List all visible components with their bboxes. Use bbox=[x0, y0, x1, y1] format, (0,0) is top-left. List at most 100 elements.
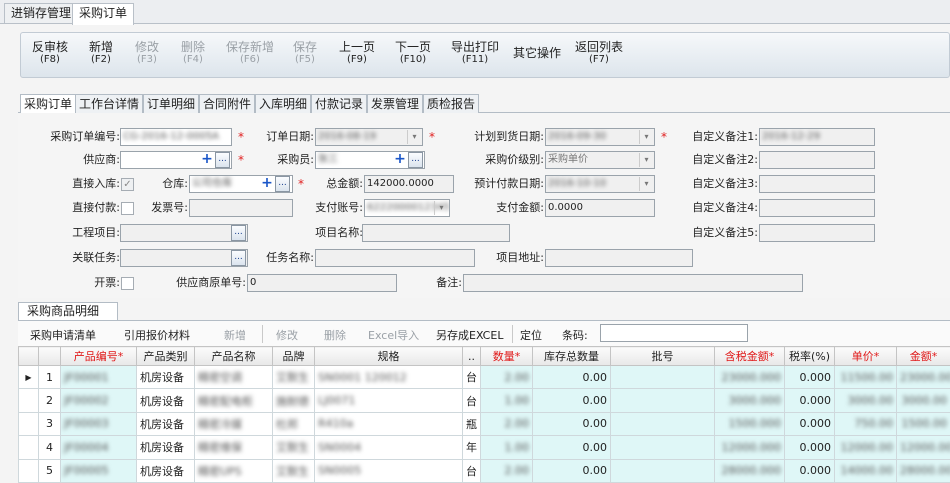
table-row[interactable]: 2 JF00002 机房设备 精密配电柜 施耐德 LJ0071 台 1.00 0.00 3000.… bbox=[18, 388, 950, 413]
cell-name[interactable]: 精密维保 bbox=[194, 435, 273, 460]
cell-unit[interactable]: 台 bbox=[462, 364, 481, 390]
header-product-code[interactable]: 产品编号* bbox=[60, 346, 137, 366]
custom4-field[interactable] bbox=[759, 199, 875, 217]
header-stock[interactable]: 库存总数量 bbox=[532, 346, 611, 366]
project-field[interactable] bbox=[120, 224, 248, 242]
cell-batch[interactable] bbox=[610, 411, 715, 437]
tab-order-detail[interactable]: 订单明细 bbox=[143, 94, 200, 113]
edit-button[interactable]: 修改 (F3) bbox=[127, 41, 167, 66]
cell-code[interactable]: JF00005 bbox=[60, 458, 137, 483]
back-to-list-button[interactable]: 返回列表 (F7) bbox=[573, 41, 625, 66]
cell-amount[interactable]: 23000.00 bbox=[896, 364, 950, 390]
cell-brand[interactable]: 杜邦 bbox=[272, 411, 315, 437]
cell-batch[interactable] bbox=[610, 364, 715, 390]
cell-amount[interactable]: 28000.00 bbox=[896, 458, 950, 483]
cell-name[interactable]: 精密UPS bbox=[194, 458, 273, 483]
cell-qty[interactable]: 1.00 bbox=[480, 388, 533, 413]
header-spec[interactable]: 规格 bbox=[314, 346, 463, 366]
cell-tax-amount[interactable]: 12000.000 bbox=[714, 435, 785, 460]
table-row[interactable]: 5 JF00005 机房设备 精密UPS 艾默生 SN0005 台 2.00 0.00 28000… bbox=[18, 458, 950, 483]
cell-price[interactable]: 11500.00 bbox=[834, 364, 897, 390]
cell-code[interactable]: JF00004 bbox=[60, 435, 137, 460]
next-page-button[interactable]: 下一页 (F10) bbox=[389, 41, 437, 66]
custom2-field[interactable] bbox=[759, 151, 875, 169]
cell-qty[interactable]: 1.00 bbox=[480, 435, 533, 460]
custom1-field[interactable]: 2016-12-29 bbox=[759, 128, 875, 146]
chevron-down-icon[interactable]: ▾ bbox=[639, 153, 653, 167]
cell-brand[interactable]: 艾默生 bbox=[272, 364, 315, 390]
cell-tax-rate[interactable]: 0.000 bbox=[784, 435, 835, 460]
add-buyer-icon[interactable]: + bbox=[393, 152, 407, 168]
header-tax-amount[interactable]: 含税金额* bbox=[714, 346, 785, 366]
tab-inspection-report[interactable]: 质检报告 bbox=[423, 94, 480, 113]
cell-brand[interactable]: 艾默生 bbox=[272, 435, 315, 460]
cell-batch[interactable] bbox=[610, 458, 715, 483]
tab-contract-attachment[interactable]: 合同附件 bbox=[199, 94, 256, 113]
pay-amount-field[interactable]: 0.0000 bbox=[545, 199, 655, 217]
remark-field[interactable] bbox=[463, 274, 803, 292]
detail-edit-button[interactable]: 修改 bbox=[276, 327, 298, 343]
save-button[interactable]: 保存 (F5) bbox=[287, 41, 323, 66]
plan-date-field[interactable]: 2016-09-30 ▾ bbox=[545, 128, 655, 146]
cell-code[interactable]: JF00001 bbox=[60, 364, 137, 390]
excel-import-button[interactable]: Excel导入 bbox=[368, 327, 419, 343]
cell-brand[interactable]: 施耐德 bbox=[272, 388, 315, 413]
header-amount[interactable]: 金额* bbox=[896, 346, 950, 366]
tab-purchase-items[interactable]: 采购商品明细 bbox=[18, 302, 118, 320]
cell-cat[interactable]: 机房设备 bbox=[136, 458, 195, 483]
tab-order-info[interactable]: 采购订单 bbox=[20, 94, 77, 114]
calendar-dropdown-icon[interactable]: ▾ bbox=[639, 130, 653, 144]
header-tax-rate[interactable]: 税率(%) bbox=[784, 346, 835, 366]
cell-tax-amount[interactable]: 28000.000 bbox=[714, 458, 785, 483]
tab-workbench-detail[interactable]: 工作台详情 bbox=[75, 94, 144, 113]
unapprove-button[interactable]: 反审核 (F8) bbox=[29, 41, 71, 66]
cell-spec[interactable]: SN0004 bbox=[314, 435, 463, 460]
cell-tax-amount[interactable]: 1500.000 bbox=[714, 411, 785, 437]
prev-page-button[interactable]: 上一页 (F9) bbox=[335, 41, 379, 66]
project-addr-field[interactable] bbox=[545, 249, 693, 267]
cell-unit[interactable]: 台 bbox=[462, 388, 481, 413]
browse-buyer-icon[interactable]: ... bbox=[408, 152, 423, 168]
cell-name[interactable]: 精密空调 bbox=[194, 364, 273, 390]
quote-material-button[interactable]: 引用报价材料 bbox=[124, 327, 190, 343]
cell-price[interactable]: 14000.00 bbox=[834, 458, 897, 483]
cell-batch[interactable] bbox=[610, 388, 715, 413]
detail-delete-button[interactable]: 删除 bbox=[324, 327, 346, 343]
tab-purchase-order[interactable]: 采购订单 bbox=[72, 3, 135, 25]
add-supplier-icon[interactable]: + bbox=[200, 152, 214, 168]
save-as-excel-button[interactable]: 另存成EXCEL bbox=[436, 327, 503, 343]
direct-in-checkbox[interactable]: ✓ bbox=[121, 178, 134, 191]
tab-invoice-management[interactable]: 发票管理 bbox=[367, 94, 424, 113]
cell-cat[interactable]: 机房设备 bbox=[136, 411, 195, 437]
account-select[interactable]: 6222000012345 ▾ bbox=[364, 199, 450, 217]
cell-amount[interactable]: 1500.00 bbox=[896, 411, 950, 437]
cell-tax-amount[interactable]: 3000.000 bbox=[714, 388, 785, 413]
delete-button[interactable]: 删除 (F4) bbox=[173, 41, 213, 66]
purchase-request-list-button[interactable]: 采购申请清单 bbox=[30, 327, 96, 343]
header-quantity[interactable]: 数量* bbox=[480, 346, 533, 366]
cell-qty[interactable]: 2.00 bbox=[480, 458, 533, 483]
cell-price[interactable]: 3000.00 bbox=[834, 388, 897, 413]
cell-spec[interactable]: SN0005 bbox=[314, 458, 463, 483]
cell-unit[interactable]: 年 bbox=[462, 435, 481, 460]
cell-price[interactable]: 750.00 bbox=[834, 411, 897, 437]
cell-name[interactable]: 精密配电柜 bbox=[194, 388, 273, 413]
cell-qty[interactable]: 2.00 bbox=[480, 364, 533, 390]
tab-payment-record[interactable]: 付款记录 bbox=[311, 94, 368, 113]
header-product-name[interactable]: 产品名称 bbox=[194, 346, 273, 366]
cell-brand[interactable]: 艾默生 bbox=[272, 458, 315, 483]
cell-price[interactable]: 12000.00 bbox=[834, 435, 897, 460]
custom5-field[interactable] bbox=[759, 224, 875, 242]
header-price[interactable]: 单价* bbox=[834, 346, 897, 366]
cell-stock[interactable]: 0.00 bbox=[532, 411, 611, 437]
cell-code[interactable]: JF00003 bbox=[60, 411, 137, 437]
table-row[interactable]: 3 JF00003 机房设备 精密冷媒 杜邦 R410a 瓶 2.00 0.00 1500.000… bbox=[18, 411, 950, 437]
task-name-field[interactable] bbox=[315, 249, 475, 267]
header-unit[interactable]: .. bbox=[462, 346, 481, 366]
cell-tax-rate[interactable]: 0.000 bbox=[784, 364, 835, 390]
cell-qty[interactable]: 2.00 bbox=[480, 411, 533, 437]
price-level-select[interactable]: 采购单价 ▾ bbox=[545, 151, 655, 169]
cell-amount[interactable]: 3000.00 bbox=[896, 388, 950, 413]
cell-tax-rate[interactable]: 0.000 bbox=[784, 388, 835, 413]
cell-amount[interactable]: 12000.00 bbox=[896, 435, 950, 460]
